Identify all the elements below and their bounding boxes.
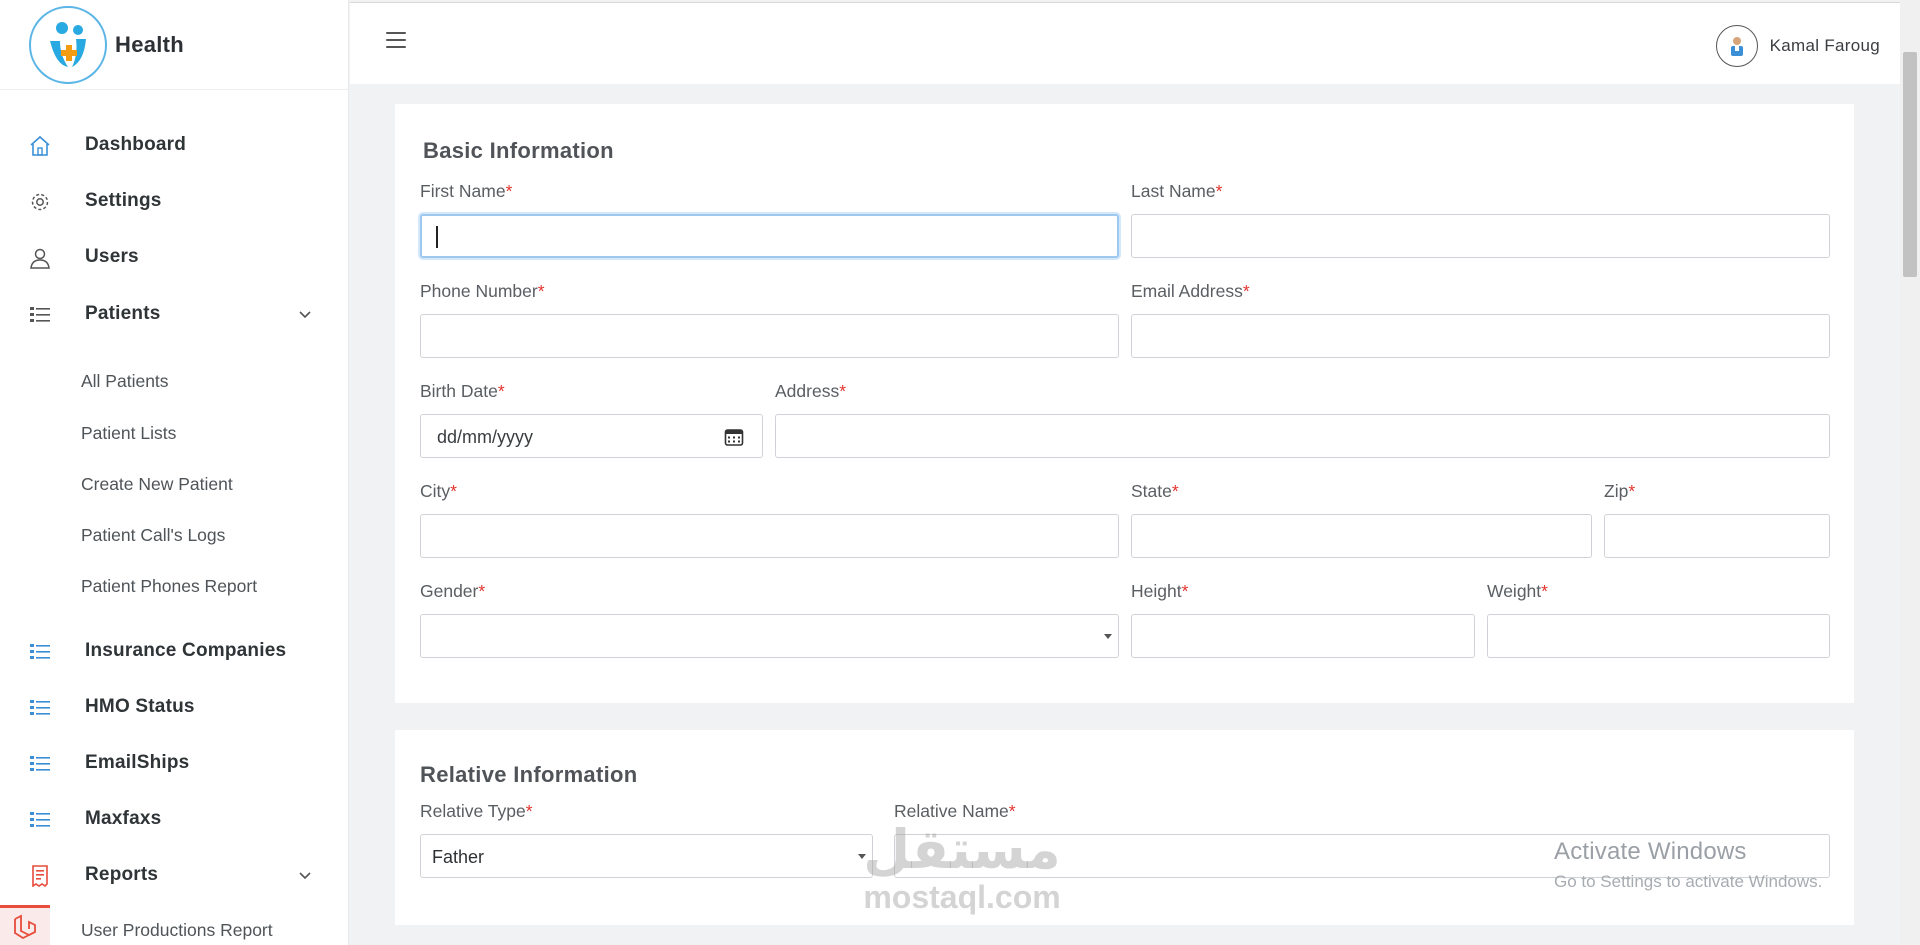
chevron-down-icon xyxy=(299,872,311,880)
home-icon xyxy=(30,135,50,156)
gear-icon xyxy=(31,193,49,211)
sidebar-subitem-create-new-patient[interactable]: Create New Patient xyxy=(81,474,233,495)
avatar xyxy=(1715,25,1758,67)
sidebar-item-reports[interactable]: Reports xyxy=(0,857,348,893)
weight-label: Weight* xyxy=(1487,581,1548,601)
user-icon xyxy=(30,248,50,269)
topbar: Kamal Faroug xyxy=(350,2,1900,84)
phone-number-label: Phone Number* xyxy=(420,281,545,301)
user-menu[interactable]: Kamal Faroug xyxy=(1715,25,1880,67)
address-label: Address* xyxy=(775,381,847,401)
sidebar-item-maxfaxs[interactable]: Maxfaxs xyxy=(0,801,348,837)
card-title: Basic Information xyxy=(423,138,614,163)
sidebar-item-label: Settings xyxy=(85,190,162,211)
zip-label: Zip* xyxy=(1604,481,1636,501)
sidebar-item-label: Dashboard xyxy=(85,134,187,155)
first-name-label: First Name* xyxy=(420,181,513,201)
sidebar-item-insurance-companies[interactable]: Insurance Companies xyxy=(0,633,348,669)
sidebar-subitem-patient-lists[interactable]: Patient Lists xyxy=(81,423,176,444)
receipt-icon xyxy=(32,865,48,887)
scrollbar-thumb[interactable] xyxy=(1903,52,1917,277)
list-icon xyxy=(30,812,50,827)
activate-windows-title: Activate Windows xyxy=(1554,838,1747,865)
menu-toggle-icon[interactable] xyxy=(386,32,406,50)
state-input[interactable] xyxy=(1131,514,1592,558)
sidebar-item-label: Maxfaxs xyxy=(85,808,162,829)
relative-information-card: Relative Information Relative Type* Fath… xyxy=(395,730,1854,925)
brand-name: Health xyxy=(115,31,185,57)
zip-input[interactable] xyxy=(1604,514,1830,558)
relative-type-label: Relative Type* xyxy=(420,801,533,821)
calendar-icon[interactable] xyxy=(724,427,744,447)
email-address-input[interactable] xyxy=(1131,314,1830,358)
sidebar-item-label: HMO Status xyxy=(85,696,195,717)
height-input[interactable] xyxy=(1131,614,1475,658)
sidebar-item-patients[interactable]: Patients xyxy=(0,296,348,332)
text-caret xyxy=(436,226,438,248)
sidebar-subitem-user-productions-report[interactable]: User Productions Report xyxy=(81,920,273,941)
list-icon xyxy=(30,756,50,771)
sidebar-item-label: EmailShips xyxy=(85,752,190,773)
chevron-down-icon xyxy=(299,311,311,319)
card-title: Relative Information xyxy=(420,762,638,787)
sidebar-subitem-patient-call-logs[interactable]: Patient Call's Logs xyxy=(81,525,225,546)
sidebar-item-label: Insurance Companies xyxy=(85,640,287,661)
sidebar-item-label: Patients xyxy=(85,303,161,324)
mostaql-watermark: مستقل mostaql.com xyxy=(863,818,1061,915)
gender-label: Gender* xyxy=(420,581,486,601)
sidebar-item-emailships[interactable]: EmailShips xyxy=(0,745,348,781)
birth-date-placeholder: dd/mm/yyyy xyxy=(437,427,534,447)
basic-information-card: Basic Information First Name* Last Name*… xyxy=(395,104,1854,703)
email-address-label: Email Address* xyxy=(1131,281,1250,301)
first-name-input[interactable] xyxy=(420,214,1119,258)
city-input[interactable] xyxy=(420,514,1119,558)
health-logo-icon xyxy=(29,5,107,84)
sidebar-subitem-all-patients[interactable]: All Patients xyxy=(81,371,169,392)
sidebar-item-dashboard[interactable]: Dashboard xyxy=(0,127,348,163)
sidebar-subitem-patient-phones-report[interactable]: Patient Phones Report xyxy=(81,576,257,597)
list-icon xyxy=(30,700,50,715)
sidebar-item-hmo-status[interactable]: HMO Status xyxy=(0,689,348,725)
activate-windows-subtitle: Go to Settings to activate Windows. xyxy=(1554,872,1823,891)
laravel-icon[interactable] xyxy=(0,905,50,945)
list-icon xyxy=(30,307,50,322)
dropdown-arrow-icon xyxy=(1104,634,1112,639)
city-label: City* xyxy=(420,481,457,501)
weight-input[interactable] xyxy=(1487,614,1830,658)
height-label: Height* xyxy=(1131,581,1189,601)
state-label: State* xyxy=(1131,481,1179,501)
gender-select[interactable] xyxy=(420,614,1119,658)
sidebar: Health Dashboard Settings Users Patients… xyxy=(0,0,349,945)
last-name-input[interactable] xyxy=(1131,214,1830,258)
sidebar-item-label: Reports xyxy=(85,864,159,885)
list-icon xyxy=(30,644,50,659)
brand[interactable]: Health xyxy=(0,0,348,90)
page-scrollbar[interactable] xyxy=(1900,0,1920,945)
user-name: Kamal Faroug xyxy=(1769,36,1880,55)
sidebar-item-settings[interactable]: Settings xyxy=(0,183,348,219)
birth-date-input[interactable]: dd/mm/yyyy xyxy=(420,414,763,458)
phone-number-input[interactable] xyxy=(420,314,1119,358)
birth-date-label: Birth Date* xyxy=(420,381,505,401)
relative-type-value: Father xyxy=(432,847,485,867)
relative-type-select[interactable]: Father xyxy=(420,834,873,878)
address-input[interactable] xyxy=(775,414,1830,458)
last-name-label: Last Name* xyxy=(1131,181,1223,201)
sidebar-item-users[interactable]: Users xyxy=(0,239,348,275)
sidebar-item-label: Users xyxy=(85,246,139,267)
